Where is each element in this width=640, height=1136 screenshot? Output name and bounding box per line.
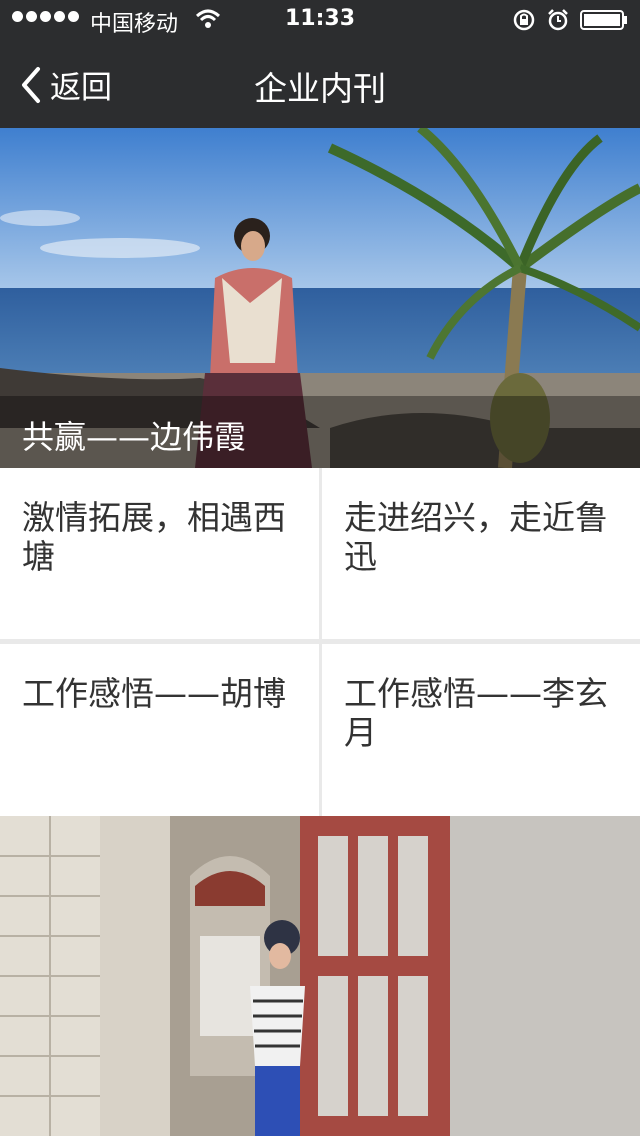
page-title: 企业内刊 bbox=[254, 69, 386, 108]
article-tile[interactable]: 走进绍兴，走近鲁迅 bbox=[322, 468, 640, 639]
article-title: 工作感悟——胡博 bbox=[22, 674, 286, 713]
article-title: 激情拓展，相遇西塘 bbox=[22, 498, 286, 576]
article-grid: 激情拓展，相遇西塘 走进绍兴，走近鲁迅 工作感悟——胡博 工作感悟——李玄月 bbox=[0, 468, 640, 816]
article-title: 走进绍兴，走近鲁迅 bbox=[344, 498, 608, 576]
article-tile[interactable]: 激情拓展，相遇西塘 bbox=[0, 468, 319, 639]
arcade-photo bbox=[0, 816, 640, 1136]
featured-article-card[interactable]: 共赢——边伟霞 bbox=[0, 128, 640, 468]
status-bar: 中国移动 11:33 bbox=[0, 0, 640, 40]
article-tile[interactable]: 工作感悟——胡博 bbox=[0, 644, 319, 816]
arcade-photo-card[interactable] bbox=[0, 816, 640, 1136]
rotation-lock-icon bbox=[513, 9, 535, 31]
alarm-icon bbox=[548, 9, 568, 31]
featured-caption-bar: 共赢——边伟霞 bbox=[0, 396, 640, 468]
navigation-bar: 返回 企业内刊 bbox=[0, 40, 640, 128]
article-tile[interactable]: 工作感悟——李玄月 bbox=[322, 644, 640, 816]
article-title: 工作感悟——李玄月 bbox=[344, 674, 608, 752]
featured-title: 共赢——边伟霞 bbox=[22, 418, 247, 456]
battery-icon bbox=[580, 10, 627, 30]
clock: 11:33 bbox=[284, 6, 356, 31]
